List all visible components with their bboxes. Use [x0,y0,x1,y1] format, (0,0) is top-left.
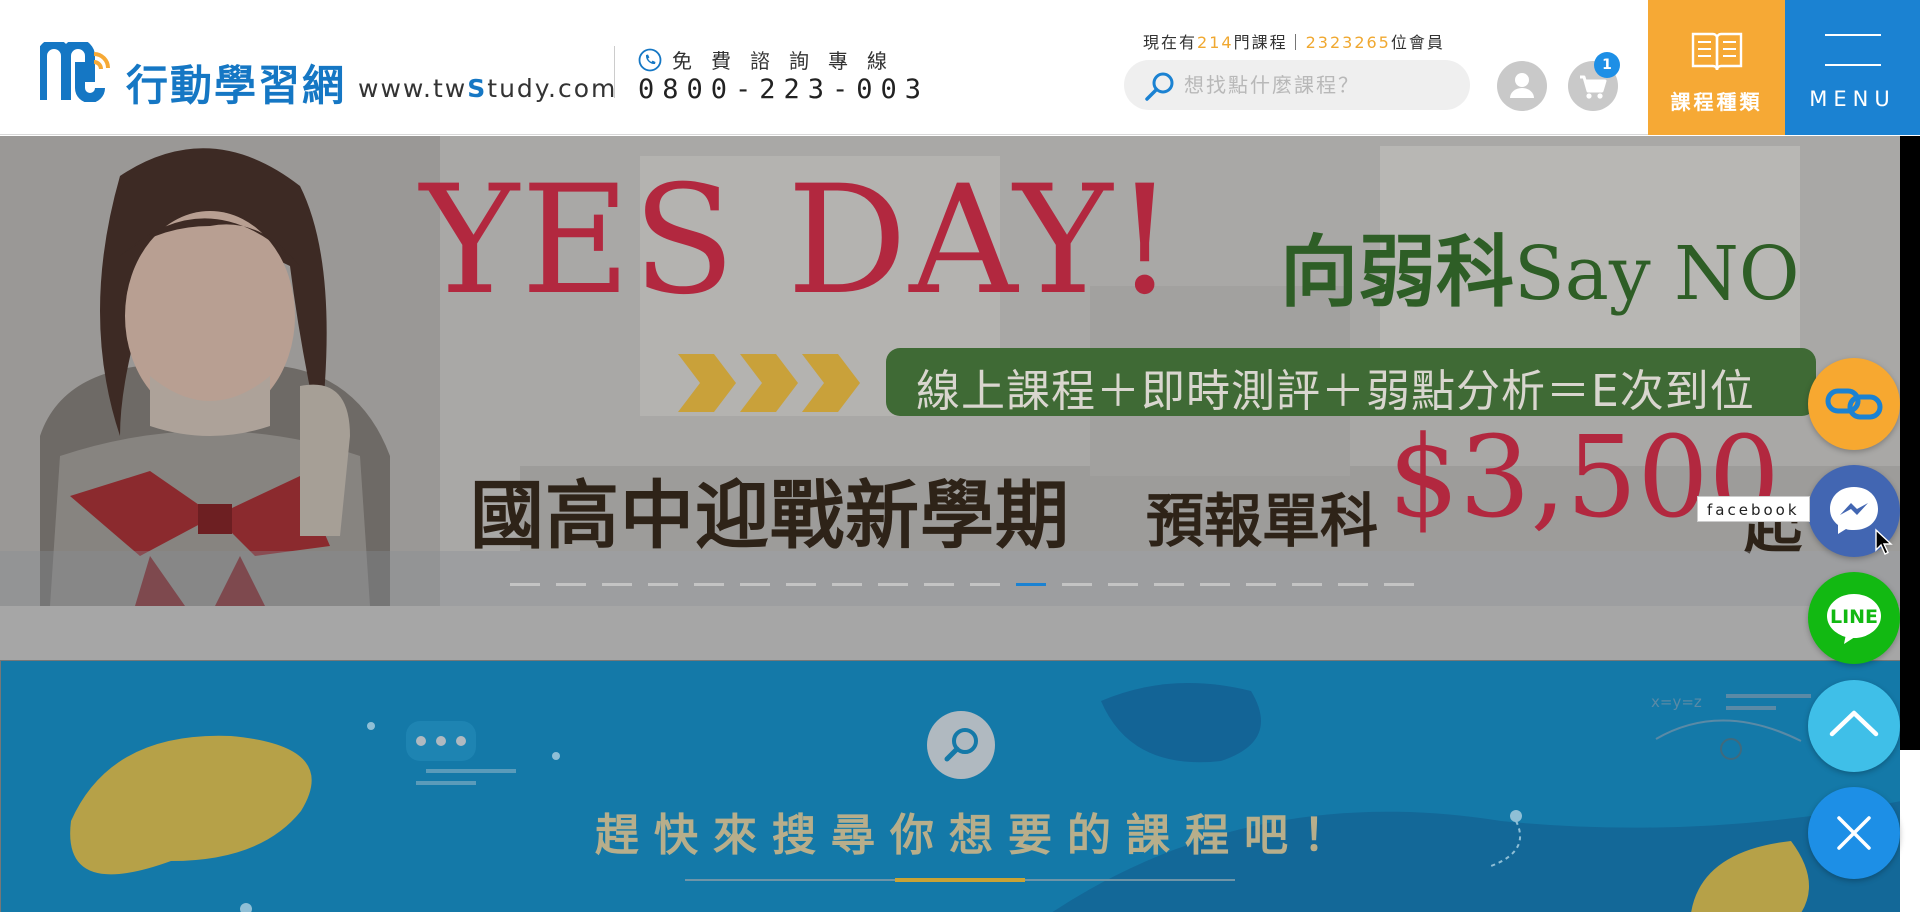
slider-dot[interactable] [1338,583,1368,586]
search-input[interactable] [1184,60,1454,110]
page: 行動學習網 www.twStudy.com 免費諮詢專線 0800-223-00… [0,0,1920,912]
section-gap [0,606,1900,660]
slider-dot[interactable] [510,583,540,586]
student-photo [0,136,440,606]
menu-label: MENU [1809,87,1896,111]
slider-dot[interactable] [970,583,1000,586]
phone-icon [638,48,662,72]
stats-sep: ｜ [1287,33,1306,52]
chevron-arrows-icon [678,354,860,412]
slider-dot[interactable] [694,583,724,586]
slider-dot[interactable] [1154,583,1184,586]
member-count: 2323265 [1305,33,1391,52]
search-section-icon [927,711,995,779]
slider-dot[interactable] [648,583,678,586]
promo-headline: 國高中迎戰新學期 [470,473,1070,559]
course-count: 214 [1197,33,1234,52]
slider-dot[interactable] [1200,583,1230,586]
slider-dot[interactable] [924,583,954,586]
logo-text[interactable]: 行動學習網 [126,52,346,113]
logo-url[interactable]: www.twStudy.com [358,74,617,103]
search-icon[interactable] [1144,70,1176,102]
slider-dot[interactable] [1246,583,1276,586]
user-button[interactable] [1497,61,1547,111]
stats-prefix: 現在有 [1143,33,1198,52]
title-underline-accent [895,878,1025,882]
book-icon [1691,32,1743,71]
share-link-button[interactable] [1808,358,1900,450]
cart-count-badge: 1 [1594,52,1620,78]
header-search [1124,60,1470,110]
slider-dot[interactable] [1062,583,1092,586]
banner-headline: YES DAY! [420,154,1177,328]
menu-button[interactable]: MENU [1785,0,1920,135]
slider-dot[interactable] [1108,583,1138,586]
banner-formula: 線上課程＋即時測評＋弱點分析＝E次到位 [916,366,1755,417]
stats-members-suffix: 位會員 [1390,33,1445,52]
banner-slogan: 向弱科Say NO [1280,234,1800,312]
slider-dot[interactable] [556,583,586,586]
logo-icon[interactable] [40,42,110,102]
slider-dot[interactable] [878,583,908,586]
phone-label: 免費諮詢專線 [672,49,906,73]
user-icon [1510,73,1534,98]
section-decoration: x=y=z [70,683,1900,912]
slogan-cn: 向弱科 [1280,227,1515,318]
hero-banner[interactable]: YES DAY! 向弱科Say NO 線上課程＋即時測評＋弱點分析＝E次到位 國… [0,136,1900,606]
slider-dot[interactable] [602,583,632,586]
magnifier-icon [944,728,978,762]
course-types-button[interactable]: 課程種類 [1648,0,1785,135]
logo-url-prefix: www.tw [358,74,468,103]
facebook-tooltip: facebook [1697,496,1810,522]
promo-label: 預報單科 [1146,487,1379,555]
mouse-cursor-icon [1875,528,1893,555]
slider-indicator-bar [0,551,1900,606]
logo-url-suffix: tudy.com [487,74,618,103]
back-to-top-button[interactable] [1808,680,1900,772]
site-header: 行動學習網 www.twStudy.com 免費諮詢專線 0800-223-00… [0,0,1920,135]
slider-dot[interactable] [1016,583,1046,586]
svg-text:LINE: LINE [1830,606,1878,628]
line-button[interactable]: LINE [1808,572,1900,664]
close-floating-menu-button[interactable] [1808,787,1900,879]
close-icon [1837,816,1871,850]
course-types-label: 課程種類 [1670,90,1763,114]
site-stats: 現在有214門課程｜2323265位會員 [1143,29,1445,53]
deco-formula: x=y=z [1651,693,1702,711]
chevron-up-icon [1829,710,1879,737]
menu-icon-line [1825,34,1881,36]
header-divider [614,46,615,98]
stats-courses-suffix: 門課程 [1233,33,1288,52]
course-search-section: x=y=z 趕快來搜尋你想要的課程吧！ [0,660,1900,912]
link-icon [1825,388,1883,420]
logo-url-s: S [467,74,488,103]
search-section-title: 趕快來搜尋你想要的課程吧！ [595,810,1362,861]
logo-name: 行動學習網 [126,61,347,110]
slider-dot[interactable] [740,583,770,586]
line-icon: LINE [1827,594,1881,644]
slider-dot[interactable] [786,583,816,586]
slogan-en: Say NO [1514,231,1800,317]
slider-dot[interactable] [832,583,862,586]
phone-number[interactable]: 0800-223-003 [638,74,929,105]
slider-dot[interactable] [1292,583,1322,586]
slider-dot[interactable] [1384,583,1414,586]
menu-icon-line [1825,64,1881,66]
scrollbar[interactable] [1900,136,1920,750]
